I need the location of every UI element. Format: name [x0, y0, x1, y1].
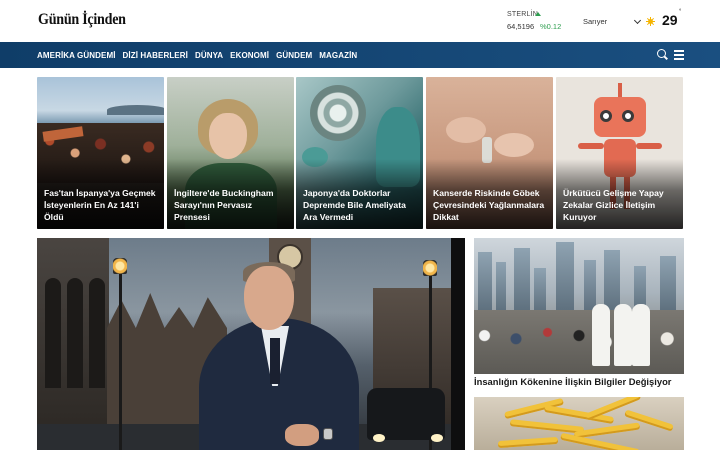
- nav-item-magazin[interactable]: MAGAZİN: [319, 51, 357, 60]
- side-story-image[interactable]: [474, 397, 684, 450]
- card-title[interactable]: İngiltere'de Buckingham Sarayı'nın Perva…: [174, 187, 288, 223]
- news-card[interactable]: Ürkütücü Gelişme Yapay Zekalar Gizlice İ…: [556, 77, 683, 229]
- news-card[interactable]: Kanserde Riskinde Göbek Çevresindeki Yağ…: [426, 77, 553, 229]
- hero-image[interactable]: [37, 238, 465, 450]
- nav-item-amerika-gundemi[interactable]: AMERİKA GÜNDEMİ: [37, 51, 116, 60]
- main-nav: AMERİKA GÜNDEMİ DİZİ HABERLERİ DÜNYA EKO…: [0, 42, 720, 68]
- nav-item-gundem[interactable]: GÜNDEM: [276, 51, 312, 60]
- nav-item-dizi-haberleri[interactable]: DİZİ HABERLERİ: [123, 51, 188, 60]
- site-header: Günün İçinden STERLİN 64,5196 %0.12 Sarı…: [0, 0, 720, 42]
- card-title[interactable]: Kanserde Riskinde Göbek Çevresindeki Yağ…: [433, 187, 547, 223]
- news-card[interactable]: Fas'tan İspanya'ya Geçmek İsteyenlerin E…: [37, 77, 164, 229]
- degree-symbol: °: [679, 9, 682, 15]
- card-title[interactable]: Ürkütücü Gelişme Yapay Zekalar Gizlice İ…: [563, 187, 677, 223]
- menu-icon[interactable]: [674, 50, 684, 60]
- card-title[interactable]: Fas'tan İspanya'ya Geçmek İsteyenlerin E…: [44, 187, 158, 223]
- sun-icon: [646, 17, 655, 26]
- currency-change: %0.12: [540, 22, 562, 31]
- nav-item-dunya[interactable]: DÜNYA: [195, 51, 223, 60]
- side-story-image[interactable]: [474, 238, 684, 374]
- currency-name: STERLİN: [507, 11, 538, 18]
- currency-widget[interactable]: STERLİN 64,5196 %0.12: [507, 11, 577, 33]
- weather-city[interactable]: Sarıyer: [583, 17, 607, 26]
- news-card[interactable]: Japonya'da Doktorlar Depremde Bile Ameli…: [296, 77, 423, 229]
- trend-up-icon: [535, 12, 541, 16]
- site-logo[interactable]: Günün İçinden: [38, 11, 126, 29]
- nav-item-ekonomi[interactable]: EKONOMİ: [230, 51, 269, 60]
- search-icon[interactable]: [657, 49, 669, 61]
- side-story-title[interactable]: İnsanlığın Kökenine İlişkin Bilgiler Değ…: [474, 376, 684, 388]
- nav-links: AMERİKA GÜNDEMİ DİZİ HABERLERİ DÜNYA EKO…: [37, 42, 357, 68]
- card-title[interactable]: Japonya'da Doktorlar Depremde Bile Ameli…: [303, 187, 417, 223]
- weather-temperature: 29: [662, 12, 678, 28]
- chevron-down-icon[interactable]: [633, 16, 642, 25]
- news-card[interactable]: İngiltere'de Buckingham Sarayı'nın Perva…: [167, 77, 294, 229]
- currency-value: 64,5196: [507, 22, 535, 31]
